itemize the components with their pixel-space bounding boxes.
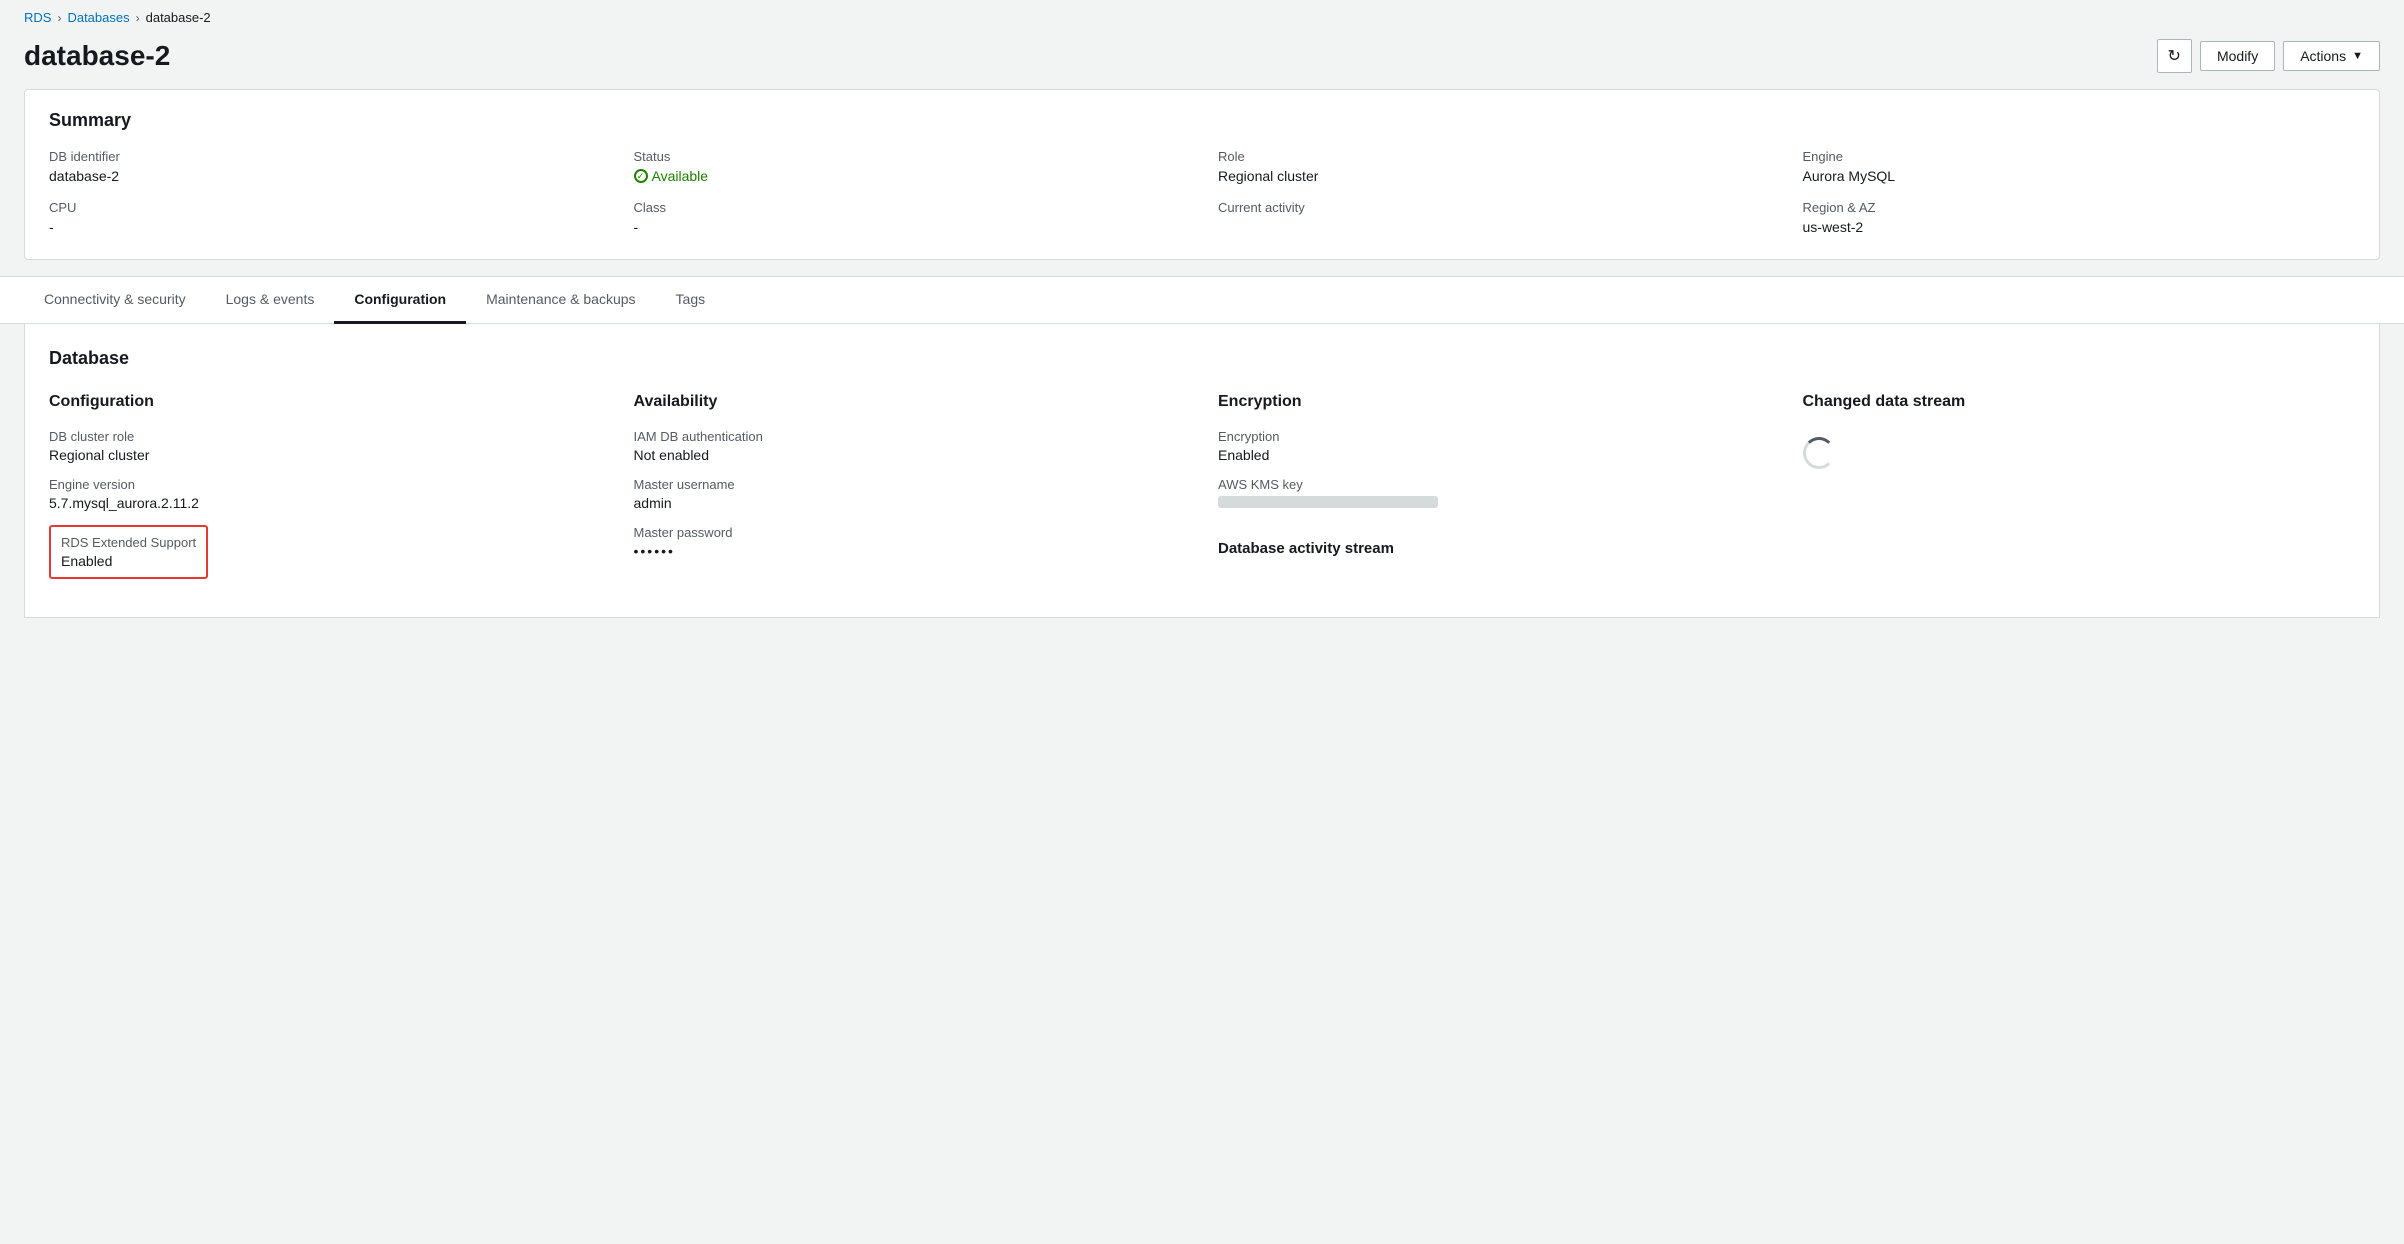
page-header: database-2 ↻ Modify Actions ▼	[0, 31, 2404, 89]
page-title: database-2	[24, 40, 170, 72]
rds-extended-support-label: RDS Extended Support	[61, 535, 196, 550]
status-value: Available	[634, 168, 1187, 184]
db-cluster-role-label: DB cluster role	[49, 429, 602, 444]
aws-kms-key-skeleton	[1218, 496, 1438, 508]
page-wrapper: RDS › Databases › database-2 database-2 …	[0, 0, 2404, 1244]
availability-col-title: Availability	[634, 393, 1187, 411]
iam-db-auth-label: IAM DB authentication	[634, 429, 1187, 444]
tab-connectivity[interactable]: Connectivity & security	[24, 277, 206, 324]
database-activity-stream-title: Database activity stream	[1218, 540, 1771, 557]
cpu-value: -	[49, 219, 602, 235]
availability-column: Availability IAM DB authentication Not e…	[634, 393, 1187, 593]
status-text: Available	[652, 168, 709, 184]
master-password-value: ••••••	[634, 543, 1187, 559]
encryption-value: Enabled	[1218, 447, 1771, 463]
changed-data-stream-col-title: Changed data stream	[1803, 393, 2356, 411]
engine-version-value: 5.7.mysql_aurora.2.11.2	[49, 495, 602, 511]
db-identifier-value: database-2	[49, 168, 602, 184]
actions-arrow-icon: ▼	[2352, 50, 2363, 62]
cpu-label: CPU	[49, 200, 602, 215]
encryption-column: Encryption Encryption Enabled AWS KMS ke…	[1218, 393, 1771, 593]
tab-logs[interactable]: Logs & events	[206, 277, 335, 324]
class-value: -	[634, 219, 1187, 235]
db-cluster-role-value: Regional cluster	[49, 447, 602, 463]
breadcrumb-rds[interactable]: RDS	[24, 10, 51, 25]
changed-data-stream-column: Changed data stream	[1803, 393, 2356, 593]
region-az-value: us-west-2	[1803, 219, 2356, 235]
tab-maintenance[interactable]: Maintenance & backups	[466, 277, 655, 324]
tabs-container: Connectivity & security Logs & events Co…	[0, 276, 2404, 324]
engine-label: Engine	[1803, 149, 2356, 164]
actions-button[interactable]: Actions ▼	[2283, 41, 2380, 71]
database-section-title: Database	[49, 348, 2355, 369]
current-activity-label: Current activity	[1218, 200, 1771, 215]
refresh-icon: ↻	[2168, 48, 2181, 65]
configuration-col-title: Configuration	[49, 393, 602, 411]
modify-button[interactable]: Modify	[2200, 41, 2275, 71]
engine-version-label: Engine version	[49, 477, 602, 492]
summary-card: Summary DB identifier database-2 CPU - S…	[24, 89, 2380, 260]
modify-label: Modify	[2217, 48, 2258, 64]
encryption-label: Encryption	[1218, 429, 1771, 444]
summary-col-2: Status Available Class -	[634, 149, 1187, 235]
summary-grid: DB identifier database-2 CPU - Status Av…	[49, 149, 2355, 235]
actions-label: Actions	[2300, 48, 2346, 64]
summary-col-3: Role Regional cluster Current activity	[1218, 149, 1771, 235]
main-content: Database Configuration DB cluster role R…	[24, 324, 2380, 618]
status-label: Status	[634, 149, 1187, 164]
breadcrumb-databases[interactable]: Databases	[67, 10, 129, 25]
breadcrumb-current: database-2	[146, 10, 211, 25]
summary-title: Summary	[49, 110, 2355, 131]
master-password-label: Master password	[634, 525, 1187, 540]
db-identifier-label: DB identifier	[49, 149, 602, 164]
iam-db-auth-value: Not enabled	[634, 447, 1187, 463]
status-icon	[634, 169, 648, 183]
breadcrumb: RDS › Databases › database-2	[0, 0, 2404, 31]
header-actions: ↻ Modify Actions ▼	[2157, 39, 2380, 73]
master-username-label: Master username	[634, 477, 1187, 492]
rds-extended-support-box: RDS Extended Support Enabled	[49, 525, 208, 579]
breadcrumb-sep-1: ›	[57, 11, 61, 25]
content-grid: Configuration DB cluster role Regional c…	[49, 393, 2355, 593]
engine-value: Aurora MySQL	[1803, 168, 2356, 184]
breadcrumb-sep-2: ›	[136, 11, 140, 25]
aws-kms-key-label: AWS KMS key	[1218, 477, 1771, 492]
rds-extended-support-value: Enabled	[61, 553, 196, 569]
tab-tags[interactable]: Tags	[656, 277, 726, 324]
tab-configuration[interactable]: Configuration	[334, 277, 466, 324]
loading-spinner	[1803, 437, 1835, 469]
refresh-button[interactable]: ↻	[2157, 39, 2192, 73]
master-username-value: admin	[634, 495, 1187, 511]
class-label: Class	[634, 200, 1187, 215]
summary-col-1: DB identifier database-2 CPU -	[49, 149, 602, 235]
summary-col-4: Engine Aurora MySQL Region & AZ us-west-…	[1803, 149, 2356, 235]
role-label: Role	[1218, 149, 1771, 164]
encryption-col-title: Encryption	[1218, 393, 1771, 411]
region-az-label: Region & AZ	[1803, 200, 2356, 215]
configuration-column: Configuration DB cluster role Regional c…	[49, 393, 602, 593]
role-value: Regional cluster	[1218, 168, 1771, 184]
